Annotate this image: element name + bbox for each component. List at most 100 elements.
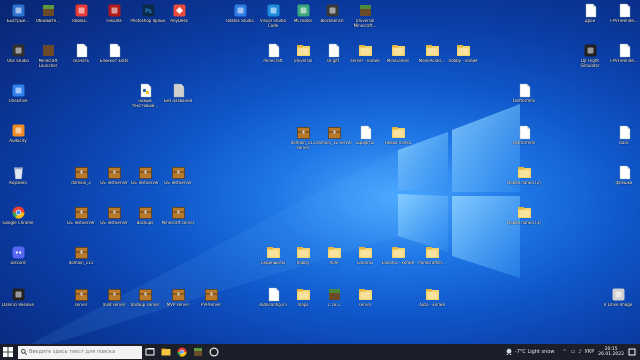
desktop-icon[interactable]: server	[348, 287, 382, 308]
desktop-icon-label: FileZilla	[106, 19, 122, 23]
search-input[interactable]	[27, 349, 137, 355]
desktop-icon-label: Auto - копия	[419, 303, 445, 307]
app-icon	[325, 3, 340, 18]
folder-icon	[296, 43, 311, 58]
desktop-icon[interactable]: OneDrive	[1, 83, 35, 104]
desktop-icon[interactable]: MVP server	[161, 287, 195, 308]
desktop-icon[interactable]: domain_12 server	[316, 125, 352, 146]
desktop-icon[interactable]: Новая папка (2)	[507, 165, 541, 186]
desktop-icon[interactable]: Новая папка (3)	[507, 205, 541, 226]
desktop-icon-label: Roblox…	[72, 19, 90, 23]
volume-icon[interactable]: ♪	[578, 349, 581, 355]
desktop-icon-label: Новая папка (2)	[507, 181, 541, 185]
task-view-button[interactable]	[142, 344, 158, 360]
desktop-icon[interactable]: Обновите…	[31, 3, 65, 24]
desktop-icon[interactable]: Universal Minecraft…	[348, 3, 382, 28]
desktop-icon[interactable]: Ps Photoshop ярлык	[130, 3, 166, 24]
desktop-icon[interactable]: hobby	[286, 245, 320, 266]
desktop-icon-label: FPVFreeride…	[610, 19, 638, 23]
desktop-icon[interactable]: флешка	[607, 165, 640, 186]
desktop-icon[interactable]: maps	[286, 287, 320, 308]
desktop-icon[interactable]: GS TestServer	[97, 165, 131, 186]
desktop-icon[interactable]: шрифты	[348, 125, 382, 146]
desktop-icon[interactable]: server - копия	[348, 43, 382, 64]
desktop-icon[interactable]: Blockbench	[315, 3, 349, 24]
folder-icon	[391, 43, 406, 58]
desktop-icon[interactable]: GS TestServer	[161, 165, 195, 186]
desktop-icon[interactable]: FPVFreeride…	[607, 43, 640, 64]
desktop-icon[interactable]: FPVFreeride…	[607, 3, 640, 24]
desktop-icon[interactable]: новый текстовый…	[128, 83, 162, 108]
minecraft-icon	[358, 3, 373, 18]
desktop-icon[interactable]: Visual Studio Code	[256, 3, 290, 28]
desktop-icon[interactable]: FileZilla	[97, 3, 131, 24]
taskbar-chrome[interactable]	[174, 344, 190, 360]
desktop-icon[interactable]: GS TestServer	[64, 205, 98, 226]
language-indicator[interactable]: УКР	[585, 349, 595, 355]
desktop-icon-label: Обновите…	[35, 19, 61, 23]
desktop-icon[interactable]: Google Chrome	[1, 205, 35, 226]
desktop-icon[interactable]: server	[64, 287, 98, 308]
desktop-icon[interactable]: Audacity	[1, 123, 35, 144]
desktop-icon[interactable]: Новая папка	[381, 125, 415, 146]
desktop-icon[interactable]: DaVinci Resolve	[1, 287, 35, 308]
desktop-icon[interactable]: Блокнот Edits	[97, 43, 131, 64]
desktop-icon-label: Блокнот Edits	[99, 59, 129, 63]
desktop-icon[interactable]: textformmi	[507, 125, 541, 146]
desktop-icon[interactable]: GS TestServer	[97, 205, 131, 226]
desktop-icon[interactable]: DJI Flight Simulator	[573, 43, 607, 68]
app-icon	[11, 43, 26, 58]
desktop-icon[interactable]: domain_111 server	[286, 125, 320, 150]
desktop-icon-label: Новая папка	[384, 141, 412, 145]
desktop-icon[interactable]: PVPserver	[194, 287, 228, 308]
desktop-icon[interactable]: domain_2	[64, 165, 98, 186]
desktop-icon[interactable]: Backups	[128, 205, 162, 226]
desktop-icon-label: Blockbench	[320, 19, 344, 23]
notifications-button[interactable]	[624, 344, 640, 360]
start-button[interactable]	[0, 344, 16, 360]
desktop-icon[interactable]: domain_111	[64, 245, 98, 266]
desktop-icon-label: Roblox Studio	[226, 19, 254, 23]
desktop-icon[interactable]: MiniGames	[381, 43, 415, 64]
desktop-icon[interactable]: Roblox…	[64, 3, 98, 24]
obs-icon	[209, 347, 219, 357]
desktop-icon[interactable]: Discord	[1, 245, 35, 266]
desktop-icon[interactable]: Aide	[317, 245, 351, 266]
desktop-icon[interactable]: дрон	[573, 3, 607, 24]
network-icon[interactable]: ▭	[571, 349, 576, 355]
desktop-icon[interactable]: скачать	[64, 43, 98, 64]
tray-overflow-icon[interactable]: ⌃	[562, 349, 566, 355]
desktop-icon[interactable]: Auto - копия	[415, 287, 449, 308]
desktop-icon[interactable]: hobby - копия	[446, 43, 480, 64]
desktop-icon-label: дрон	[584, 19, 596, 23]
desktop-icon[interactable]: AnyDesk	[162, 3, 196, 24]
folder-icon	[296, 245, 311, 260]
desktop-icon[interactable]: Minecraft Launcher	[31, 43, 65, 68]
desktop-icon[interactable]: back	[607, 125, 640, 146]
desktop-icon[interactable]: textformmi	[507, 83, 541, 104]
desktop-icon[interactable]: backup server	[128, 287, 162, 308]
desktop-icon-label: Бэкапы	[357, 261, 373, 265]
desktop-icon[interactable]: sd gift	[316, 43, 350, 64]
chest-icon	[74, 287, 89, 302]
desktop[interactable]: Быстрые… Обновите… Roblox… FileZilla Ps Photo…	[0, 0, 640, 360]
desktop-icon[interactable]: R Drive Image	[601, 287, 635, 308]
desktop-icon[interactable]: 1.18.1	[317, 287, 351, 308]
desktop-icon[interactable]: Корзина	[1, 165, 35, 186]
desktop-icon[interactable]: mod server	[97, 287, 131, 308]
desktop-icon[interactable]: minecraftsh…	[415, 245, 449, 266]
taskbar-obs[interactable]	[206, 344, 222, 360]
taskbar-explorer[interactable]	[158, 344, 174, 360]
desktop-icon[interactable]: Minecraft server	[161, 205, 195, 226]
desktop-icon[interactable]: Roblox Studio	[223, 3, 257, 24]
desktop-icon[interactable]: GS TestServer	[128, 165, 162, 186]
taskbar-search[interactable]	[18, 345, 142, 359]
desktop-icon[interactable]: MoonAcidis…	[415, 43, 449, 64]
desktop-icon[interactable]: Бэкапы	[348, 245, 382, 266]
desktop-icon[interactable]: Без названия	[161, 83, 195, 104]
weather-text[interactable]: -7°C Light snow	[515, 349, 555, 355]
desktop-icon[interactable]: Бэкапы - копия	[381, 245, 415, 266]
taskbar-minecraft[interactable]	[190, 344, 206, 360]
file-icon	[266, 43, 281, 58]
clock[interactable]: 20:15 26.01.2022	[598, 347, 624, 357]
